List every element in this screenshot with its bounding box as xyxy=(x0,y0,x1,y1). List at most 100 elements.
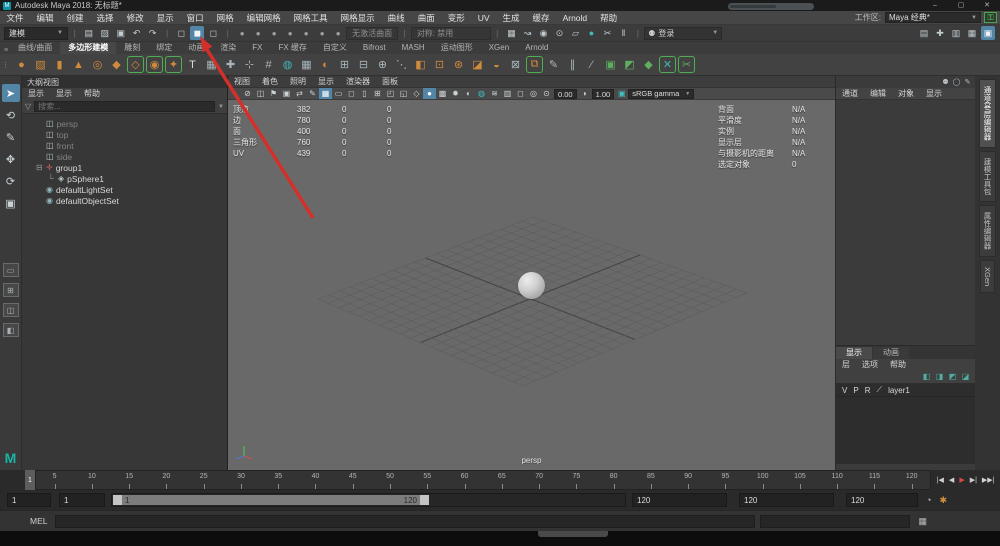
move-layer-down-icon[interactable]: ◨ xyxy=(933,371,946,383)
go-to-end-icon[interactable]: ▶▶| xyxy=(979,476,997,484)
psphere-object[interactable] xyxy=(518,272,545,299)
shelf-tab[interactable]: 渲染 xyxy=(212,42,244,54)
select-all-mask-icon[interactable]: ● xyxy=(235,26,249,40)
new-scene-icon[interactable]: ▤ xyxy=(82,26,96,40)
outliner-menu-item[interactable]: 帮助 xyxy=(78,88,106,100)
new-empty-layer-icon[interactable]: ◩ xyxy=(946,371,959,383)
new-layer-from-selected-icon[interactable]: ◪ xyxy=(959,371,972,383)
super-shapes-icon[interactable]: ✦ xyxy=(165,56,182,73)
play-backward-icon[interactable]: ◀ xyxy=(946,476,956,484)
filter-icon[interactable]: ▽ xyxy=(25,102,31,111)
show-manipulators-icon[interactable]: ⚉ xyxy=(940,77,951,87)
hyperbuild-icon[interactable]: ✎ xyxy=(962,77,973,87)
viewport-menu-item[interactable]: 照明 xyxy=(284,76,312,87)
speed-state-icon[interactable]: ◯ xyxy=(951,77,962,87)
mirror-icon[interactable]: ◧ xyxy=(412,56,429,73)
playback-start-field[interactable]: 1 xyxy=(59,493,105,507)
isolate-select-icon[interactable]: ◎ xyxy=(527,88,540,99)
shelf-tab[interactable]: MASH xyxy=(394,42,433,54)
image-plane-icon[interactable]: ▣ xyxy=(280,88,293,99)
select-hierarchy-icon[interactable]: ◻ xyxy=(174,26,188,40)
modeling-toolkit-toggle-icon[interactable]: ▦ xyxy=(965,26,979,40)
workspace-select[interactable]: Maya 经典* ▼ xyxy=(885,12,981,23)
viewport-menu-item[interactable]: 渲染器 xyxy=(340,76,376,87)
minimize-button[interactable]: – xyxy=(922,0,948,11)
save-scene-icon[interactable]: ▣ xyxy=(114,26,128,40)
select-object-icon[interactable]: ◼ xyxy=(190,26,205,40)
poly-cylinder-icon[interactable]: ▮ xyxy=(51,56,68,73)
layer-color-icon[interactable]: ⟋ xyxy=(876,385,882,395)
channelbox-menu-item[interactable]: 通道 xyxy=(836,88,864,99)
shelf-tab[interactable]: 绑定 xyxy=(148,42,180,54)
menu-item[interactable]: 网格工具 xyxy=(287,12,334,24)
poly-cube-icon[interactable]: ▧ xyxy=(32,56,49,73)
grease-pencil-icon[interactable]: ✎ xyxy=(306,88,319,99)
safe-title-icon[interactable]: ◱ xyxy=(397,88,410,99)
wireframe-icon[interactable]: ◇ xyxy=(410,88,423,99)
single-pane-layout-icon[interactable]: ▭ xyxy=(2,263,19,277)
poly-plane-icon[interactable]: ◆ xyxy=(108,56,125,73)
offset-edge-loop-icon[interactable]: ⁄ xyxy=(583,56,600,73)
film-gate-icon[interactable]: ▭ xyxy=(332,88,345,99)
layer-menu-item[interactable]: 选项 xyxy=(856,359,884,370)
insert-edge-loop-icon[interactable]: ∥ xyxy=(564,56,581,73)
sculpt-tool-icon[interactable]: ✚ xyxy=(222,56,239,73)
make-live-icon[interactable]: ● xyxy=(585,26,599,40)
menu-set-select[interactable]: 建模 ▼ xyxy=(4,26,68,40)
outliner-item-defaultobjectset[interactable]: ◉ defaultObjectSet xyxy=(22,195,227,206)
step-forward-frame-icon[interactable]: ▶| xyxy=(967,476,979,484)
two-pane-layout-icon[interactable]: ◫ xyxy=(2,303,19,317)
shelf-tab[interactable]: 雕刻 xyxy=(116,42,148,54)
animation-end-field[interactable]: 120 xyxy=(739,493,834,507)
field-chart-icon[interactable]: ⊞ xyxy=(371,88,384,99)
attribute-editor-toggle-icon[interactable]: ▤ xyxy=(917,26,931,40)
outliner-menu-item[interactable]: 显示 xyxy=(50,88,78,100)
menu-item[interactable]: 编辑 xyxy=(30,12,60,24)
delete-edge-icon[interactable]: ✕ xyxy=(659,56,676,73)
outliner-item-psphere1[interactable]: └ ◈ pSphere1 xyxy=(22,173,227,184)
fill-hole-icon[interactable]: ◒ xyxy=(488,56,505,73)
measure-tool-icon[interactable]: ⊹ xyxy=(241,56,258,73)
shelf-tab[interactable]: 运动图形 xyxy=(433,42,481,54)
reduce-icon[interactable]: ⋱ xyxy=(393,56,410,73)
character-set-field[interactable]: 120 xyxy=(846,493,918,507)
boolean-union-icon[interactable]: ◐ xyxy=(317,56,334,73)
shelf-tab[interactable]: 曲线/曲面 xyxy=(10,42,60,54)
layer-display-type-toggle[interactable]: R xyxy=(865,386,871,395)
menu-item[interactable]: 曲面 xyxy=(411,12,441,24)
workspace-lock-icon[interactable]: ⚿ xyxy=(984,12,997,23)
sidebar-vertical-tab[interactable]: 属性编辑器 xyxy=(979,205,996,257)
gamma-field[interactable]: 1.00 xyxy=(591,88,615,99)
outliner-item-side[interactable]: ◫ side xyxy=(22,151,227,162)
mel-command-input[interactable] xyxy=(55,514,756,528)
ambient-occlusion-icon[interactable]: ◍ xyxy=(475,88,488,99)
redo-icon[interactable]: ↷ xyxy=(146,26,160,40)
menu-item[interactable]: 网格 xyxy=(210,12,240,24)
tool-settings-toggle-icon[interactable]: ✚ xyxy=(933,26,947,40)
safe-action-icon[interactable]: ◰ xyxy=(384,88,397,99)
move-tool-icon[interactable]: ✥ xyxy=(2,150,20,168)
close-button[interactable]: ✕ xyxy=(974,0,1000,11)
snap-to-points-icon[interactable]: ◉ xyxy=(537,26,551,40)
layer-editor-tab[interactable]: 动画 xyxy=(873,347,909,359)
lock-camera-icon[interactable]: ⊘ xyxy=(241,88,254,99)
menu-item[interactable]: 帮助 xyxy=(594,12,624,24)
pan-zoom-icon[interactable]: ⇄ xyxy=(293,88,306,99)
platonic-solid-icon[interactable]: ◉ xyxy=(146,56,163,73)
select-curves-mask-icon[interactable]: ● xyxy=(283,26,297,40)
play-forward-icon[interactable]: ▶ xyxy=(957,476,967,484)
animation-start-field[interactable]: 1 xyxy=(7,493,51,507)
shelf-tab[interactable]: Arnold xyxy=(517,42,556,54)
bookmark-icon[interactable]: ⚑ xyxy=(267,88,280,99)
timeline-ticks[interactable]: 5 10 15 20 25 30 35 40 45 50 55 60 65 70 75 80 85 90 95 100… xyxy=(35,470,932,490)
shelf-tab[interactable]: 自定义 xyxy=(315,42,355,54)
shelf-tab[interactable]: XGen xyxy=(481,42,517,54)
textured-mode-icon[interactable]: ▩ xyxy=(436,88,449,99)
menu-item[interactable]: UV xyxy=(471,13,496,23)
menu-item[interactable]: 编辑网格 xyxy=(240,12,287,24)
combine-icon[interactable]: ⊞ xyxy=(336,56,353,73)
menu-item[interactable]: Arnold xyxy=(556,13,594,23)
search-input[interactable] xyxy=(34,101,216,112)
viewport-menu-item[interactable]: 视图 xyxy=(228,76,256,87)
step-back-frame-icon[interactable]: |◀ xyxy=(934,476,946,484)
